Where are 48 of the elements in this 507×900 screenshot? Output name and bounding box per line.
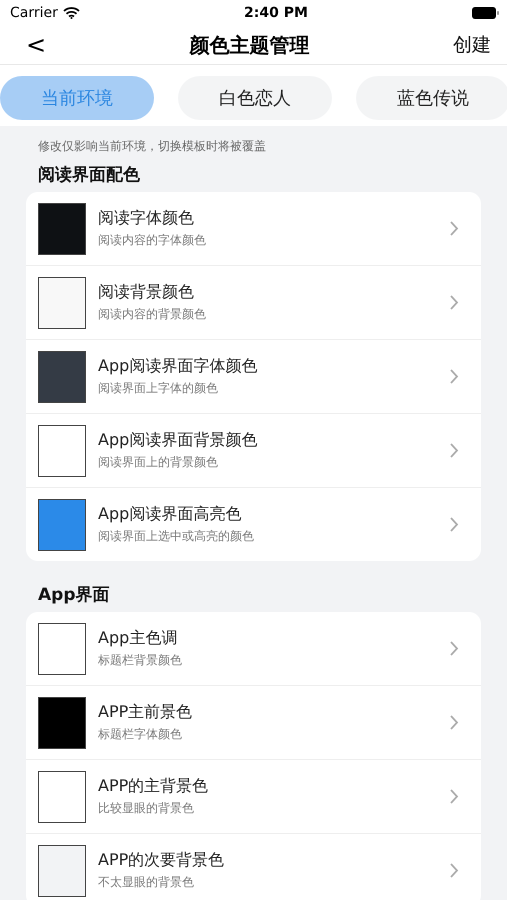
color-setting-row[interactable]: 阅读字体颜色 阅读内容的字体颜色 — [26, 192, 481, 265]
status-time: 2:40 PM — [244, 5, 308, 21]
wifi-icon — [62, 7, 80, 19]
setting-title: APP主前景色 — [98, 702, 194, 723]
section-title: 阅读界面配色 — [37, 164, 141, 187]
setting-subtitle: 比较显眼的背景色 — [98, 800, 195, 817]
color-setting-row[interactable]: APP主前景色 标题栏字体颜色 — [26, 685, 481, 759]
battery-icon — [472, 7, 499, 19]
setting-subtitle: 不太显眼的背景色 — [98, 874, 195, 891]
setting-title: App阅读界面背景颜色 — [98, 430, 258, 451]
setting-subtitle: 阅读界面上字体的颜色 — [98, 380, 219, 397]
setting-subtitle: 标题栏字体颜色 — [98, 726, 183, 743]
setting-subtitle: 标题栏背景颜色 — [98, 652, 183, 669]
setting-subtitle: 阅读内容的字体颜色 — [98, 232, 207, 249]
color-setting-row[interactable]: App主色调 标题栏背景颜色 — [26, 612, 481, 685]
color-setting-row[interactable]: APP的主背景色 比较显眼的背景色 — [26, 759, 481, 833]
color-setting-row[interactable]: 阅读背景颜色 阅读内容的背景颜色 — [26, 265, 481, 339]
chevron-right-icon — [450, 863, 459, 878]
theme-tab[interactable]: 白色恋人 — [178, 76, 332, 120]
setting-subtitle: 阅读界面上选中或高亮的颜色 — [98, 528, 255, 545]
chevron-right-icon — [450, 789, 459, 804]
setting-title: App主色调 — [98, 628, 178, 649]
color-setting-row[interactable]: APP的次要背景色 不太显眼的背景色 — [26, 833, 481, 900]
chevron-right-icon — [450, 443, 459, 458]
setting-subtitle: 阅读内容的背景颜色 — [98, 306, 207, 323]
page-title: 颜色主题管理 — [190, 32, 310, 58]
create-button[interactable]: 创建 — [452, 32, 491, 58]
chevron-right-icon — [450, 715, 459, 730]
section-title: App界面 — [37, 584, 110, 607]
theme-tab[interactable]: 蓝色传说 — [356, 76, 507, 120]
chevron-right-icon — [450, 295, 459, 310]
setting-title: APP的次要背景色 — [98, 850, 226, 871]
setting-title: App阅读界面高亮色 — [98, 504, 242, 525]
chevron-right-icon — [450, 641, 459, 656]
color-setting-row[interactable]: App阅读界面背景颜色 阅读界面上的背景颜色 — [26, 413, 481, 487]
setting-title: APP的主背景色 — [98, 776, 210, 797]
setting-title: App阅读界面字体颜色 — [98, 356, 258, 377]
chevron-right-icon — [450, 221, 459, 236]
setting-title: 阅读背景颜色 — [98, 282, 195, 303]
color-setting-row[interactable]: App阅读界面字体颜色 阅读界面上字体的颜色 — [26, 339, 481, 413]
setting-title: 阅读字体颜色 — [98, 208, 195, 229]
color-setting-row[interactable]: App阅读界面高亮色 阅读界面上选中或高亮的颜色 — [26, 487, 481, 561]
chevron-right-icon — [450, 369, 459, 384]
hint-text: 修改仅影响当前环境，切换模板时将被覆盖 — [37, 138, 267, 155]
setting-subtitle: 阅读界面上的背景颜色 — [98, 454, 219, 471]
carrier-label: Carrier — [10, 5, 58, 21]
back-button[interactable]: < — [26, 31, 46, 59]
chevron-right-icon — [450, 517, 459, 532]
